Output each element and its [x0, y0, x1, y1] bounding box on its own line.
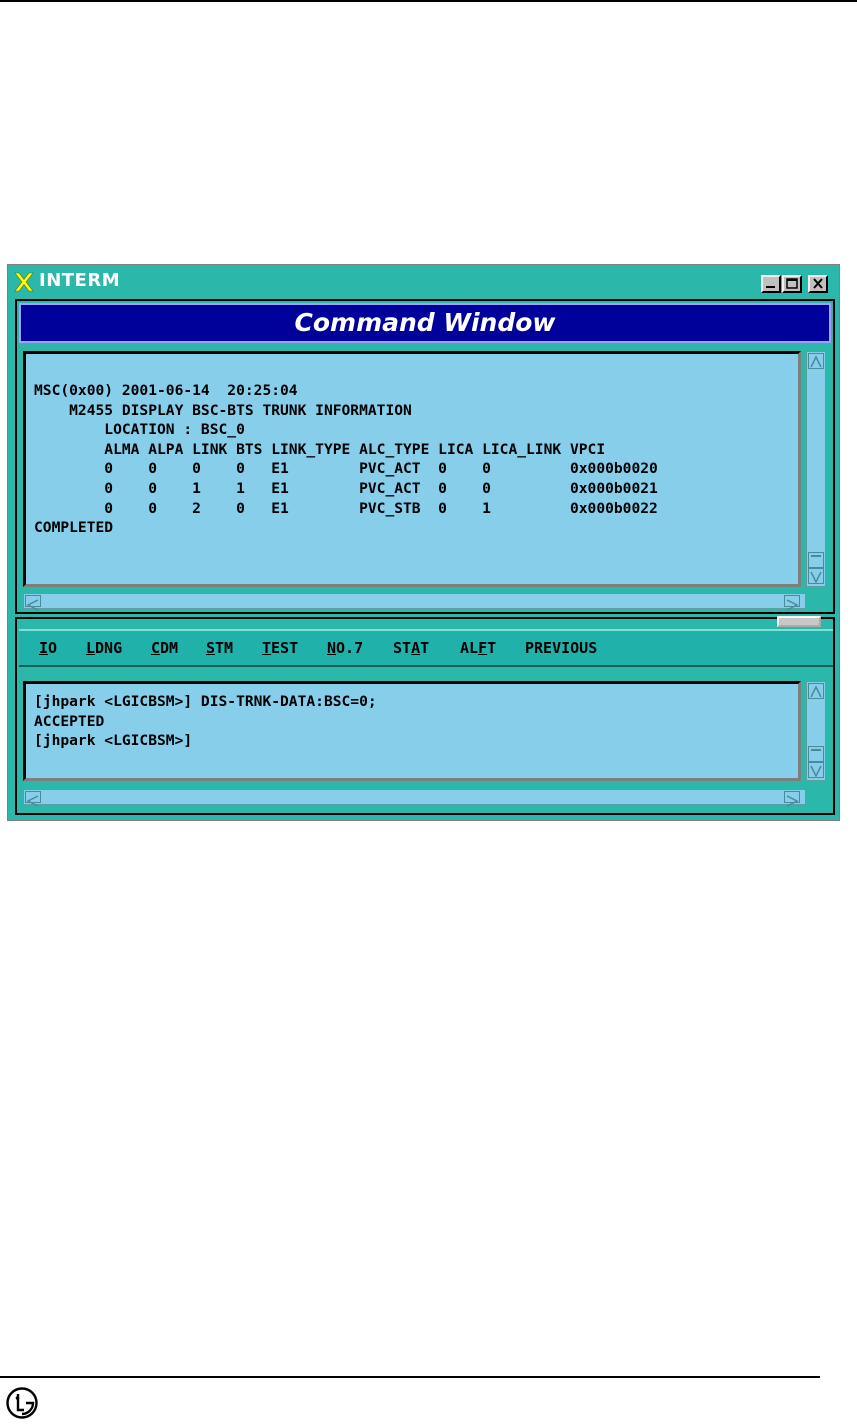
- interm-window: INTERM Command Window MSC(0x00) 2001-06-…: [7, 264, 840, 821]
- menu-item-test[interactable]: TEST: [262, 639, 298, 657]
- scroll-left-button[interactable]: [25, 595, 41, 611]
- output-vertical-scrollbar[interactable]: [806, 351, 826, 587]
- menu-item-alft[interactable]: ALFT: [460, 639, 496, 657]
- input-line: ACCEPTED: [34, 712, 105, 730]
- input-line: [jhpark <LGICBSM>]: [34, 732, 193, 750]
- output-line: ALMA ALPA LINK BTS LINK_TYPE ALC_TYPE LI…: [34, 440, 606, 458]
- output-line: COMPLETED: [34, 519, 114, 537]
- arrow-right-icon: [786, 795, 799, 807]
- output-line: 0 0 0 0 E1 PVC_ACT 0 0 0x000b0020: [34, 460, 658, 478]
- output-text: MSC(0x00) 2001-06-14 20:25:04 M2455 DISP…: [34, 381, 658, 538]
- arrow-left-icon: [26, 599, 39, 611]
- output-area[interactable]: MSC(0x00) 2001-06-14 20:25:04 M2455 DISP…: [23, 351, 801, 587]
- output-line: LOCATION : BSC_0: [34, 421, 245, 439]
- arrow-up-icon: [810, 355, 822, 368]
- scroll-end-icon: [811, 555, 821, 557]
- menu-item-stm[interactable]: STM: [206, 639, 233, 657]
- menu-bar: IO LDNG CDM STM TEST NO.7 STAT ALFT PREV…: [19, 629, 833, 667]
- input-horizontal-scrollbar[interactable]: [23, 789, 806, 807]
- menu-item-cdm[interactable]: CDM: [151, 639, 178, 657]
- window-titlebar[interactable]: INTERM: [9, 266, 838, 296]
- page-bottom-rule: [0, 1376, 820, 1378]
- menu-item-previous[interactable]: PREVIOUS: [525, 639, 597, 657]
- window-title: INTERM: [39, 270, 121, 291]
- arrow-right-icon: [786, 599, 799, 611]
- scroll-down-stop[interactable]: [808, 552, 824, 568]
- input-scroll-right-button[interactable]: [784, 791, 800, 807]
- arrow-up-icon: [810, 685, 822, 698]
- scroll-down-button[interactable]: [808, 568, 824, 584]
- banner-title: Command Window: [294, 308, 556, 337]
- menu-item-no7[interactable]: NO.7: [327, 639, 363, 657]
- menu-item-ldng[interactable]: LDNG: [86, 639, 122, 657]
- input-scroll-left-button[interactable]: [25, 791, 41, 807]
- arrow-down-icon: [810, 765, 822, 778]
- output-horizontal-scrollbar[interactable]: [23, 593, 806, 611]
- output-line: M2455 DISPLAY BSC-BTS TRUNK INFORMATION: [34, 401, 412, 419]
- x-logo-icon: [14, 272, 34, 292]
- scroll-right-button[interactable]: [784, 595, 800, 611]
- minimize-icon: [766, 286, 775, 288]
- close-button[interactable]: [808, 275, 828, 293]
- menu-item-io[interactable]: IO: [39, 639, 57, 657]
- arrow-left-icon: [26, 795, 39, 807]
- lg-logo-icon: [6, 1387, 38, 1419]
- output-line: 0 0 2 0 E1 PVC_STB 0 1 0x000b0022: [34, 499, 658, 517]
- input-vertical-scrollbar[interactable]: [806, 681, 826, 781]
- maximize-button[interactable]: [782, 275, 802, 293]
- scroll-up-button[interactable]: [808, 353, 824, 369]
- menu-item-stat[interactable]: STAT: [393, 639, 429, 657]
- input-scroll-down-button[interactable]: [808, 762, 824, 778]
- pane-splitter-handle[interactable]: [777, 616, 821, 627]
- page-top-rule: [0, 0, 857, 2]
- minimize-button[interactable]: [761, 275, 781, 293]
- close-icon: [813, 278, 823, 289]
- maximize-icon: [786, 278, 798, 289]
- io-panel: IO LDNG CDM STM TEST NO.7 STAT ALFT PREV…: [15, 617, 835, 815]
- arrow-down-icon: [810, 571, 822, 584]
- output-line: MSC(0x00) 2001-06-14 20:25:04: [34, 382, 298, 399]
- input-line: [jhpark <LGICBSM>] DIS-TRNK-DATA:BSC=0;: [34, 693, 377, 710]
- command-input-area[interactable]: [jhpark <LGICBSM>] DIS-TRNK-DATA:BSC=0; …: [23, 681, 801, 781]
- input-text: [jhpark <LGICBSM>] DIS-TRNK-DATA:BSC=0; …: [34, 692, 377, 751]
- output-line: 0 0 1 1 E1 PVC_ACT 0 0 0x000b0021: [34, 479, 658, 497]
- input-scroll-up-button[interactable]: [808, 683, 824, 699]
- command-window-banner: Command Window: [19, 303, 831, 343]
- input-scroll-down-stop[interactable]: [808, 746, 824, 762]
- scroll-end-icon: [811, 749, 821, 751]
- command-panel: Command Window MSC(0x00) 2001-06-14 20:2…: [15, 299, 835, 614]
